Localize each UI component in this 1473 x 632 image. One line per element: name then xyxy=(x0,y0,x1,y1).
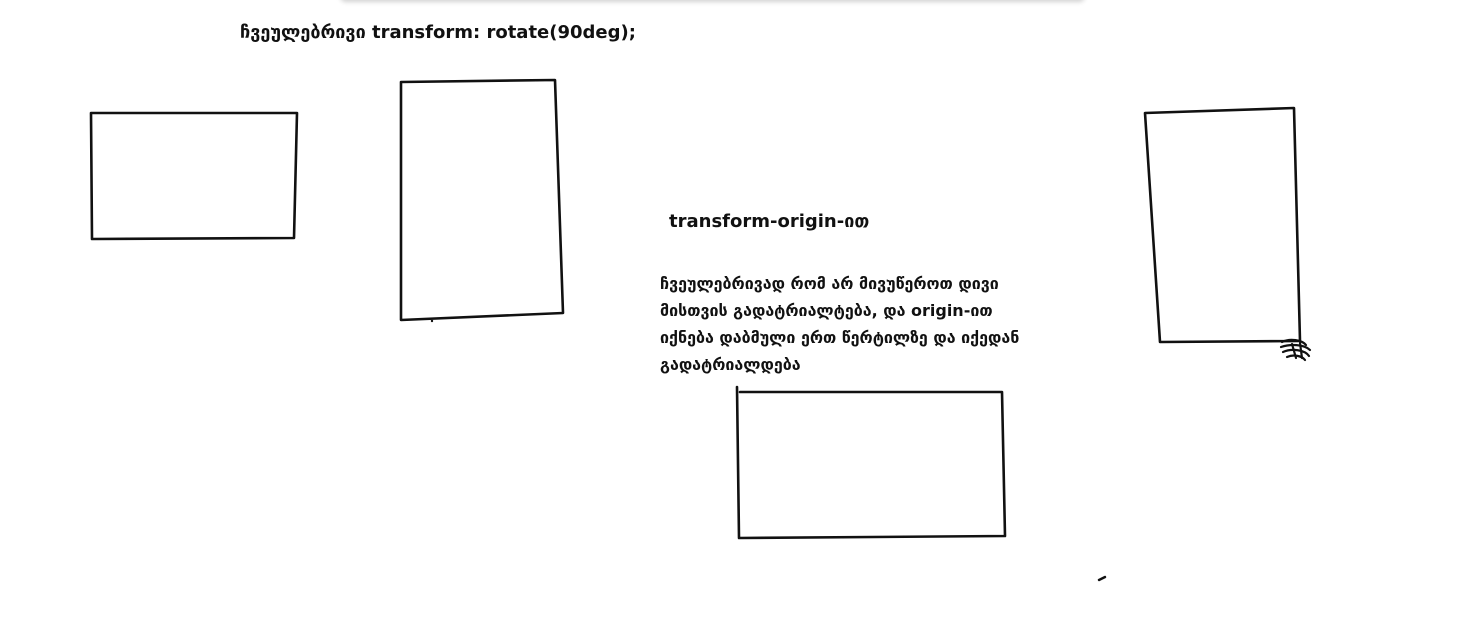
ink-dot xyxy=(430,319,434,323)
explanation-text: ჩვეულებრივად რომ არ მივუწეროთ დივი მისთვ… xyxy=(660,270,1140,378)
explanation-line: იქნება დაბმული ერთ წერტილზე და იქედან xyxy=(660,328,1020,347)
origin-point-marker xyxy=(1279,338,1312,362)
page-heading: ჩვეულებრივი transform: rotate(90deg); xyxy=(240,22,636,43)
origin-rotated-rectangle xyxy=(1143,106,1302,344)
ink-dash xyxy=(1097,575,1107,582)
transform-origin-heading: transform-origin-ით xyxy=(669,211,870,232)
explanation-line: ჩვეულებრივად რომ არ მივუწეროთ დივი xyxy=(660,274,999,293)
original-rectangle xyxy=(89,111,299,241)
explanation-line: მისთვის გადატრიალტება, და origin-ით xyxy=(660,301,993,320)
bottom-rectangle xyxy=(735,385,1007,540)
explanation-line: გადატრიალდება xyxy=(660,355,801,374)
rotated-rectangle xyxy=(399,78,565,322)
